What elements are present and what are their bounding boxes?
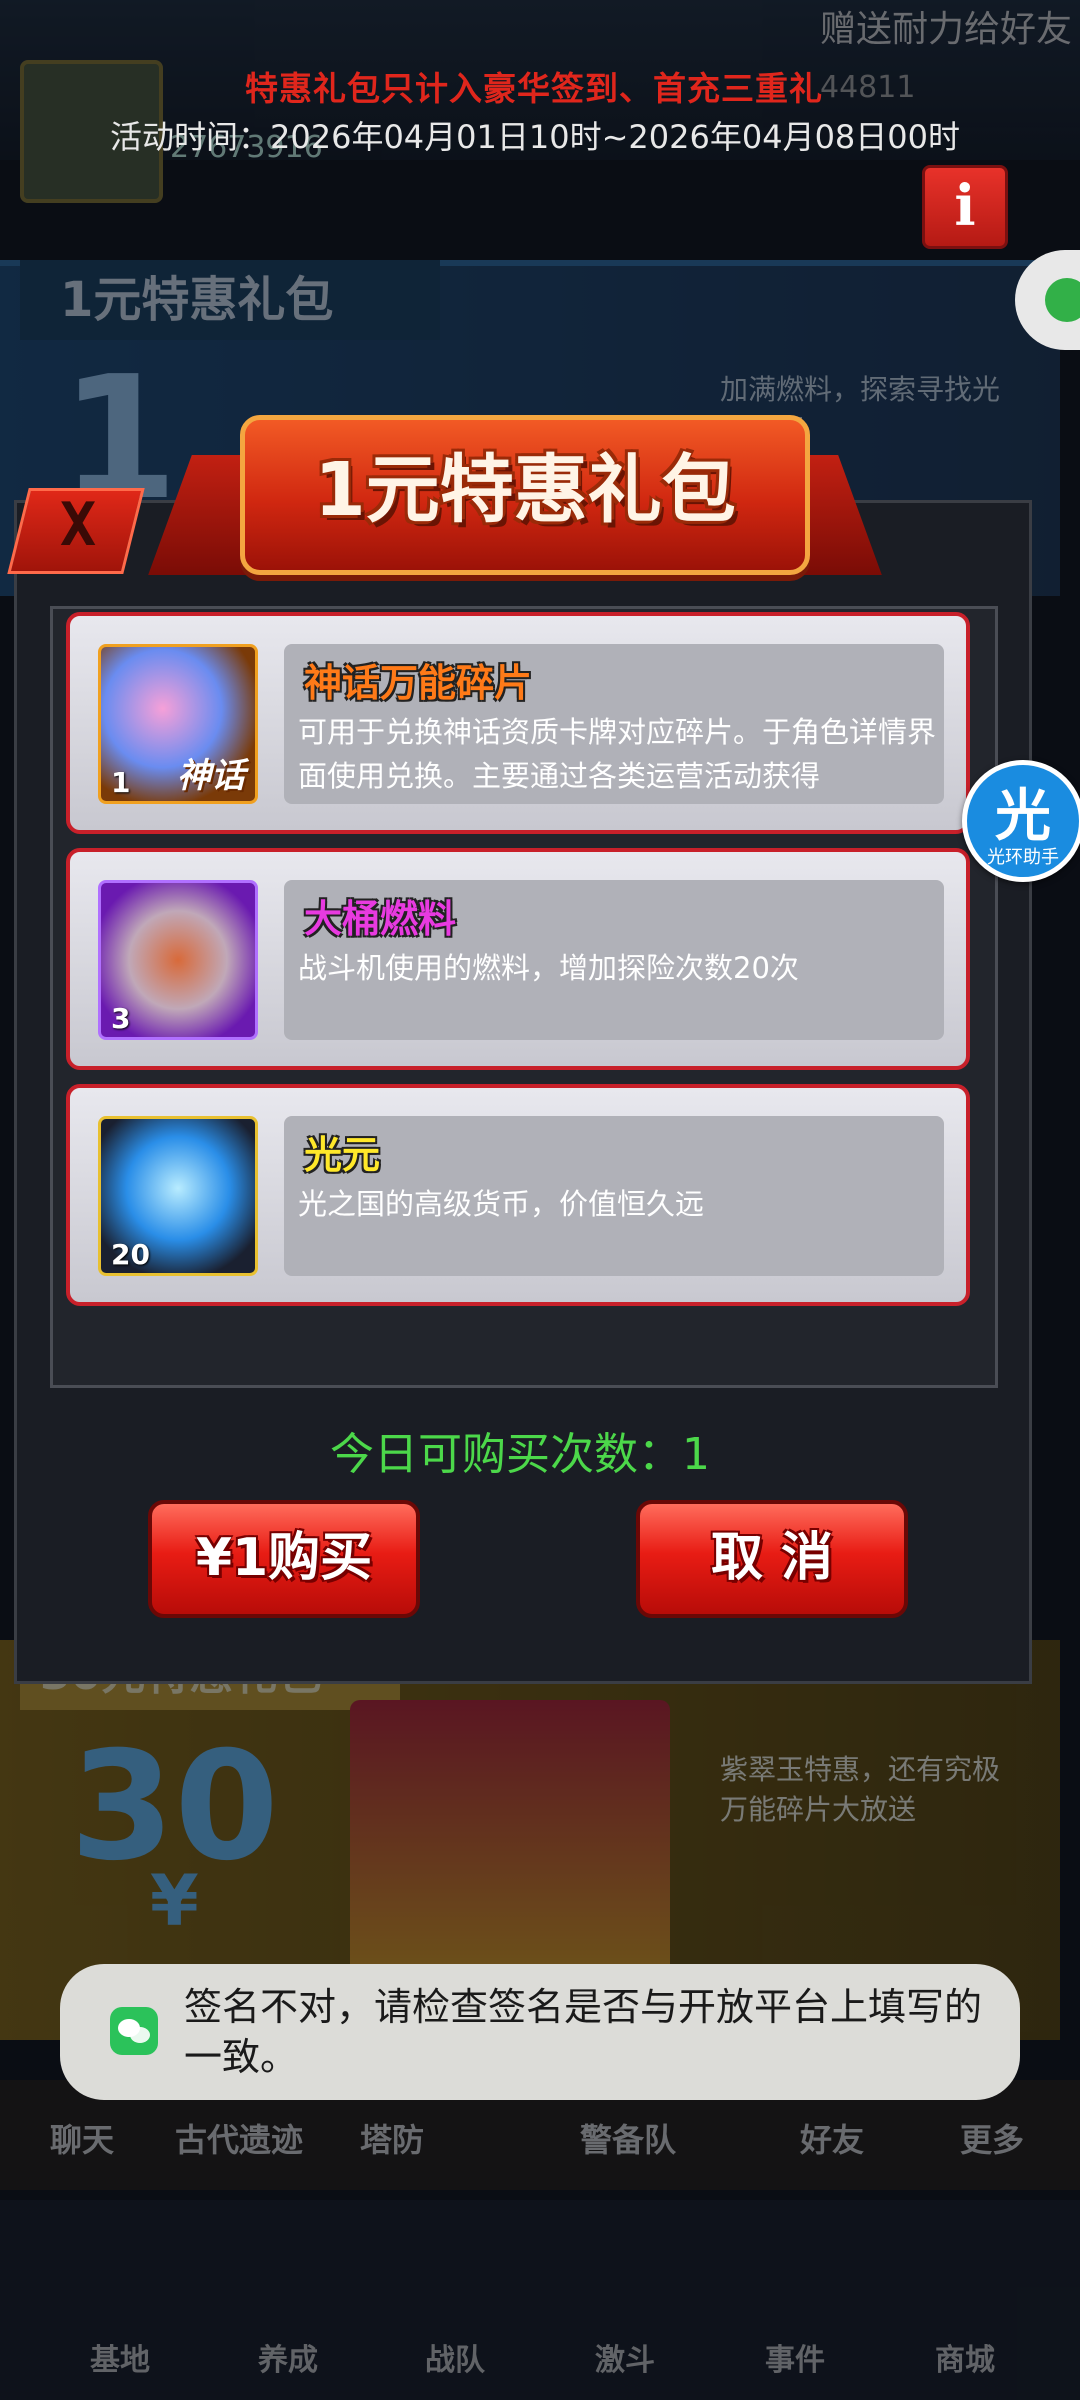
event-title: 特惠礼包只计入豪华签到、首充三重礼 <box>245 69 823 108</box>
reward-item-myth-fragment: 1 神话 神话万能碎片 可用于兑换神话资质卡牌对应碎片。于角色详情界面使用兑换。… <box>66 612 970 834</box>
event-time: 活动时间：2026年04月01日10时~2026年04月08日00时 <box>110 118 961 156</box>
nav-events[interactable]: 事件 <box>765 2335 825 2379</box>
item-count: 3 <box>111 1002 131 1035</box>
item-info: 大桶燃料 战斗机使用的燃料，增加探险次数20次 <box>284 880 944 1040</box>
info-button[interactable]: i <box>922 165 1008 249</box>
item-name: 光元 <box>304 1133 381 1177</box>
reward-item-fuel-barrel: 3 大桶燃料 战斗机使用的燃料，增加探险次数20次 <box>66 848 970 1070</box>
item-description: 光之国的高级货币，价值恒久远 <box>298 1187 705 1221</box>
nav-chat[interactable]: 聊天 <box>50 2115 114 2161</box>
item-description: 可用于兑换神话资质卡牌对应碎片。于角色详情界面使用兑换。主要通过各类运营活动获得 <box>298 715 937 793</box>
item-name: 大桶燃料 <box>304 897 457 941</box>
cancel-button[interactable]: 取 消 <box>636 1500 908 1618</box>
offer-card-1-title: 1元特惠礼包 <box>20 260 440 340</box>
nav-base[interactable]: 基地 <box>90 2335 150 2379</box>
item-info: 光元 光之国的高级货币，价值恒久远 <box>284 1116 944 1276</box>
buy-button[interactable]: ¥1购买 <box>148 1500 420 1618</box>
main-nav: 基地 养成 战队 激斗 事件 商城 <box>0 2200 1080 2400</box>
offer-card-30-yen: ¥ <box>150 1860 199 1942</box>
item-info: 神话万能碎片 可用于兑换神话资质卡牌对应碎片。于角色详情界面使用兑换。主要通过各… <box>284 644 944 804</box>
nav-tower-defense[interactable]: 塔防 <box>360 2115 424 2161</box>
mystery-box-image <box>350 1700 670 2000</box>
toast-message: 签名不对，请检查签名是否与开放平台上填写的一致。 <box>184 1985 983 2079</box>
myth-fragment-icon: 1 神话 <box>98 644 258 804</box>
item-count: 1 <box>111 766 131 799</box>
currency-value: 44811 <box>820 70 916 105</box>
item-description: 战斗机使用的燃料，增加探险次数20次 <box>298 951 799 985</box>
reward-item-light-gem: 20 光元 光之国的高级货币，价值恒久远 <box>66 1084 970 1306</box>
item-name: 神话万能碎片 <box>304 661 533 705</box>
daily-purchase-count: 今日可购买次数：1 <box>330 1429 710 1480</box>
nav-friends[interactable]: 好友 <box>800 2115 864 2161</box>
nav-develop[interactable]: 养成 <box>258 2335 318 2379</box>
item-rarity-tag: 神话 <box>177 756 245 796</box>
nav-ruins[interactable]: 古代遗迹 <box>175 2115 303 2161</box>
offer-card-30-desc: 紫翠玉特惠，还有究极万能碎片大放送 <box>720 1753 1001 1826</box>
light-gem-icon: 20 <box>98 1116 258 1276</box>
nav-battle[interactable]: 激斗 <box>595 2335 655 2379</box>
gift-stamina-label[interactable]: 赠送耐力给好友 <box>820 0 1072 52</box>
dialog-title: 1元特惠礼包 <box>314 447 736 533</box>
assistant-float-button[interactable]: 光 光环助手 <box>962 760 1080 882</box>
item-count: 20 <box>111 1238 150 1271</box>
nav-more[interactable]: 更多 <box>960 2115 1024 2161</box>
nav-guard-team[interactable]: 警备队 <box>580 2115 676 2161</box>
close-icon[interactable]: X <box>38 490 118 560</box>
nav-team[interactable]: 战队 <box>425 2335 485 2379</box>
assistant-logo-icon: 光 <box>995 784 1051 849</box>
wechat-icon <box>110 2007 158 2055</box>
fuel-barrel-icon: 3 <box>98 880 258 1040</box>
assistant-label: 光环助手 <box>987 847 1059 868</box>
nav-shop[interactable]: 商城 <box>935 2335 995 2379</box>
